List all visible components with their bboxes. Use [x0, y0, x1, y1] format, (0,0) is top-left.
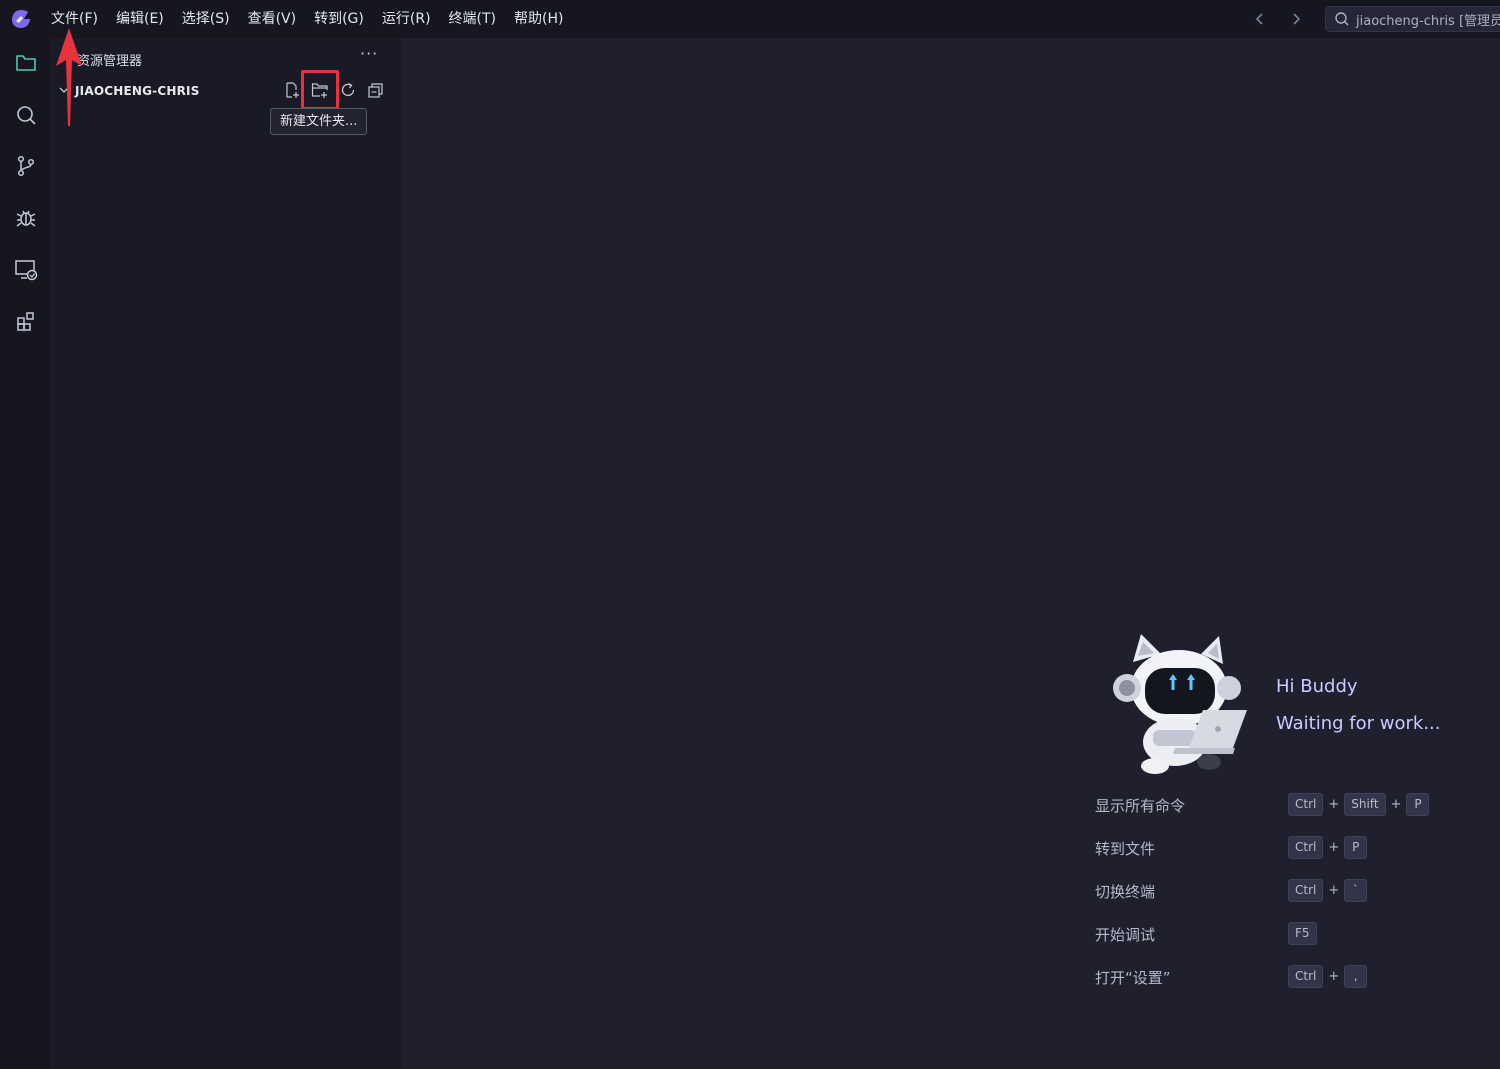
shortcut-go-to-file[interactable]: 转到文件 Ctrl + P [1095, 835, 1475, 861]
refresh-icon[interactable] [338, 80, 358, 100]
sidebar-title: 资源管理器 [77, 54, 143, 69]
shortcut-keys: Ctrl + ` [1288, 878, 1368, 902]
menu-go[interactable]: 转到(G) [305, 0, 373, 38]
key-cap: P [1406, 792, 1430, 816]
key-plus: + [1328, 968, 1340, 984]
more-actions-icon[interactable]: ··· [360, 44, 378, 63]
key-cap: P [1344, 835, 1368, 859]
key-plus: + [1328, 839, 1340, 855]
key-cap: Ctrl [1288, 792, 1324, 816]
title-bar: 文件(F) 编辑(E) 选择(S) 查看(V) 转到(G) 运行(R) 终端(T… [0, 0, 1500, 38]
shortcut-label: 切换终端 [1095, 883, 1156, 901]
key-cap: F5 [1288, 921, 1317, 945]
shortcut-label: 转到文件 [1095, 840, 1156, 858]
shortcut-show-all-commands[interactable]: 显示所有命令 Ctrl + Shift + P [1095, 792, 1475, 818]
explorer-sidebar: 资源管理器 ··· JIAOCHENG-CHRIS [50, 38, 402, 1069]
back-arrow-icon[interactable] [1250, 9, 1270, 29]
menu-bar: 文件(F) 编辑(E) 选择(S) 查看(V) 转到(G) 运行(R) 终端(T… [42, 0, 572, 38]
forward-arrow-icon[interactable] [1286, 9, 1306, 29]
menu-terminal[interactable]: 终端(T) [440, 0, 505, 38]
welcome-greeting: Hi Buddy [1276, 676, 1358, 697]
debug-icon[interactable] [13, 205, 39, 231]
shortcut-label: 开始调试 [1095, 926, 1156, 944]
annotation-highlight-box [301, 70, 339, 110]
shortcut-label: 打开“设置” [1095, 969, 1171, 987]
key-cap: Shift [1344, 792, 1386, 816]
shortcut-toggle-terminal[interactable]: 切换终端 Ctrl + ` [1095, 878, 1475, 904]
shortcut-keys: Ctrl + P [1288, 835, 1368, 859]
app-logo-icon[interactable] [10, 8, 32, 30]
key-cap: Ctrl [1288, 878, 1324, 902]
command-center-search[interactable]: jiaocheng-chris [管理员] [1325, 6, 1500, 32]
annotation-arrow-icon [56, 28, 82, 126]
search-label: jiaocheng-chris [管理员] [1356, 13, 1500, 29]
nav-arrows [1250, 9, 1306, 29]
menu-run[interactable]: 运行(R) [373, 0, 440, 38]
key-plus: + [1328, 796, 1340, 812]
key-plus: + [1328, 882, 1340, 898]
source-control-icon[interactable] [13, 153, 39, 179]
shortcut-keys: F5 [1288, 921, 1317, 945]
search-icon[interactable] [13, 102, 39, 128]
shortcut-keys: Ctrl + Shift + P [1288, 792, 1430, 816]
key-cap: Ctrl [1288, 835, 1324, 859]
key-cap: ` [1344, 878, 1368, 902]
menu-edit[interactable]: 编辑(E) [107, 0, 173, 38]
new-folder-tooltip: 新建文件夹... [270, 108, 368, 135]
key-plus: + [1390, 796, 1402, 812]
editor-area [402, 38, 1500, 1069]
activity-bar [0, 38, 50, 1069]
welcome-status: Waiting for work... [1276, 713, 1441, 734]
extensions-icon[interactable] [13, 308, 39, 334]
workspace-folder-name: JIAOCHENG-CHRIS [75, 84, 200, 98]
collapse-all-icon[interactable] [366, 80, 386, 100]
shortcut-open-settings[interactable]: 打开“设置” Ctrl + , [1095, 964, 1475, 990]
menu-selection[interactable]: 选择(S) [173, 0, 239, 38]
shortcut-keys: Ctrl + , [1288, 964, 1368, 988]
robot-cat-mascot-icon [1113, 634, 1247, 774]
menu-help[interactable]: 帮助(H) [505, 0, 572, 38]
remote-explorer-icon[interactable] [13, 257, 39, 283]
search-icon [1335, 12, 1349, 26]
workspace-folder-row[interactable]: JIAOCHENG-CHRIS [50, 80, 402, 104]
shortcut-start-debugging[interactable]: 开始调试 F5 [1095, 921, 1475, 947]
new-file-icon[interactable] [282, 80, 302, 100]
key-cap: , [1344, 964, 1368, 988]
menu-view[interactable]: 查看(V) [239, 0, 306, 38]
explorer-icon[interactable] [13, 50, 39, 76]
shortcut-label: 显示所有命令 [1095, 797, 1186, 815]
key-cap: Ctrl [1288, 964, 1324, 988]
